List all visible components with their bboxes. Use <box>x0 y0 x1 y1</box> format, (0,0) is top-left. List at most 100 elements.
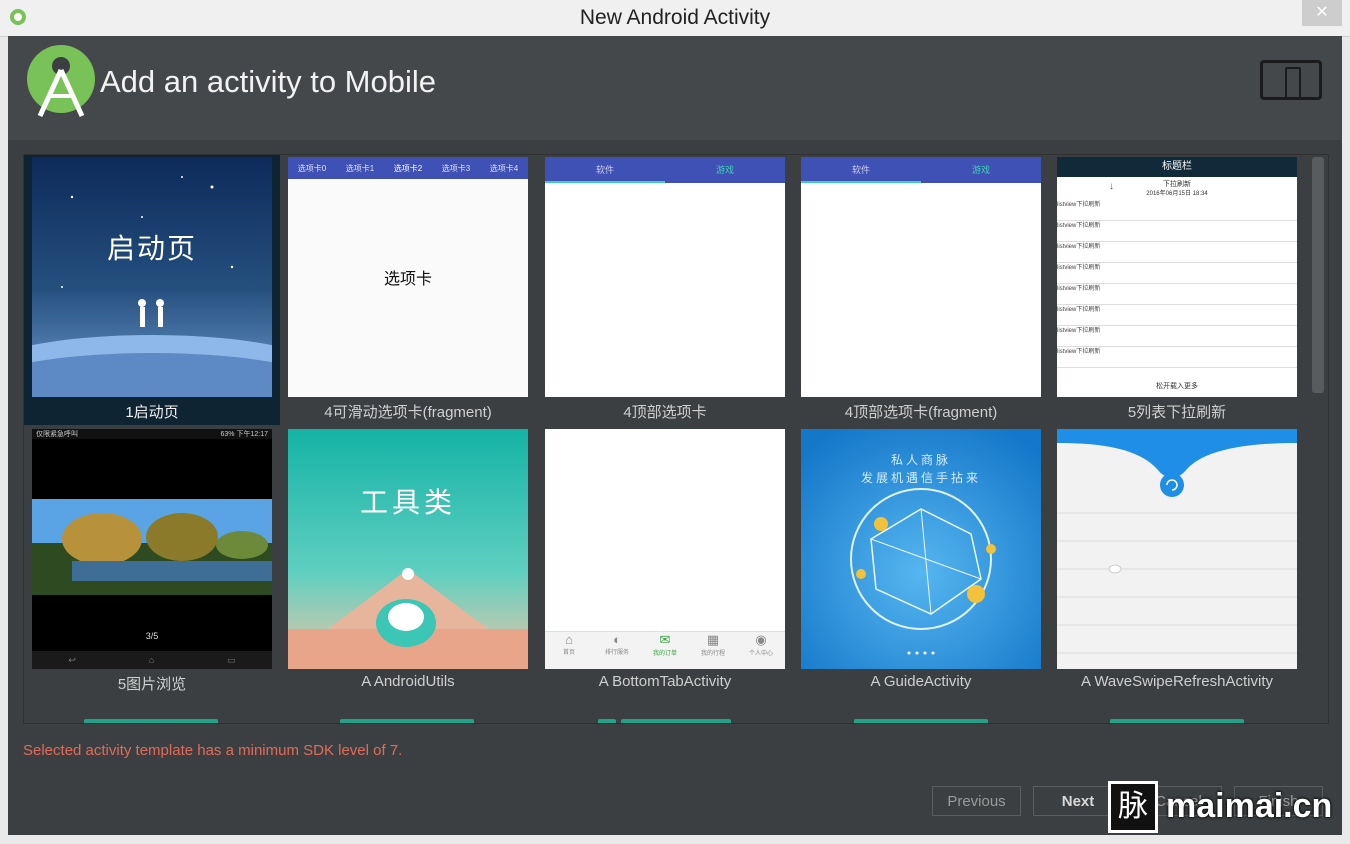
next-row-peek <box>621 719 731 723</box>
watermark: 脉 maimai.cn <box>1108 781 1346 835</box>
template-tile-splash[interactable]: 启动页 1启动页 <box>24 155 280 425</box>
tab-home[interactable]: ⌂ 首页 <box>545 632 593 669</box>
close-button[interactable]: ✕ <box>1302 0 1342 26</box>
list-item: listview下拉刷新 <box>1057 263 1297 284</box>
list-item: listview下拉刷新 <box>1057 326 1297 347</box>
home-icon: ⌂ <box>565 632 573 647</box>
watermark-logo: 脉 <box>1108 781 1158 833</box>
tab-label: 我的行程 <box>700 651 725 657</box>
template-thumbnail: 软件 游戏 <box>801 157 1041 397</box>
template-thumbnail: 标题栏 ↓ 下拉刷新 2016年06月15日 18:34 listview下拉刷… <box>1057 157 1297 397</box>
bottom-tab-bar: ⌂ 首页 ◐ 排行服务 ✉ 我的订单 ▦ 我的行程 ◉ 个人中心 <box>545 631 785 669</box>
page-title: Add an activity to Mobile <box>100 64 437 99</box>
template-thumbnail <box>1057 429 1297 669</box>
tab-label: 选项卡2 <box>393 163 423 173</box>
list-item: listview下拉刷新 <box>1057 284 1297 305</box>
tab-label: 选项卡4 <box>489 163 519 173</box>
tab-ranking[interactable]: ◐ 排行服务 <box>593 632 641 669</box>
tab-label: 软件 <box>595 165 614 175</box>
tab-trips[interactable]: ▦ 我的行程 <box>689 632 737 669</box>
tab-label: 我的订单 <box>652 651 677 657</box>
template-thumbnail: 工具类 <box>288 429 528 669</box>
title-bar: 标题栏 <box>1057 157 1297 177</box>
next-row-peek <box>598 719 616 723</box>
list-item: listview下拉刷新 <box>1057 200 1297 221</box>
tab-indicator <box>545 181 665 183</box>
back-icon: ↩ <box>68 654 76 665</box>
tab-indicator <box>801 181 921 183</box>
template-thumbnail: 选项卡0 选项卡1 选项卡2 选项卡3 选项卡4 选项卡 <box>288 157 528 397</box>
list-footer: 松开载入更多 <box>1156 383 1198 390</box>
tab-label: 个人中心 <box>748 651 773 657</box>
splash-title: 启动页 <box>106 233 197 264</box>
template-tile-guide[interactable]: 私人商脉 发展机遇信手拈来 A GuideActivity <box>793 427 1049 697</box>
tab-label: 选项卡3 <box>441 163 471 173</box>
template-label: 4顶部选项卡(fragment) <box>844 404 998 421</box>
template-label: A WaveSwipeRefreshActivity <box>1080 673 1273 690</box>
list-item: listview下拉刷新 <box>1057 347 1297 368</box>
status-bar: 仅限紧急呼叫 63% 下午12:17 <box>32 429 272 439</box>
next-row-peek <box>84 719 218 723</box>
tab-label: 排行服务 <box>604 650 629 656</box>
validation-message: Selected activity template has a minimum… <box>23 742 403 759</box>
tab-orders[interactable]: ✉ 我的订单 <box>641 632 689 669</box>
template-thumbnail: ⌂ 首页 ◐ 排行服务 ✉ 我的订单 ▦ 我的行程 ◉ 个人中心 <box>545 429 785 669</box>
previous-button[interactable]: Previous <box>932 786 1021 816</box>
phone-tablet-icon <box>1260 60 1322 100</box>
list-item: listview下拉刷新 <box>1057 305 1297 326</box>
template-label: 4顶部选项卡 <box>623 404 707 421</box>
next-row-peek <box>854 719 988 723</box>
guide-line-1: 私人商脉 <box>890 453 951 467</box>
list-item: listview下拉刷新 <box>1057 221 1297 242</box>
template-thumbnail: 仅限紧急呼叫 63% 下午12:17 3/5 ↩ ⌂ ▭ <box>32 429 272 669</box>
tab-label: 选项卡0 <box>297 163 327 173</box>
android-studio-icon <box>27 45 95 118</box>
refresh-time: 2016年06月15日 18:34 <box>1146 191 1208 197</box>
template-tile-top-tabs-fragment[interactable]: 软件 游戏 4顶部选项卡(fragment) <box>793 155 1049 425</box>
template-tile-sliding-tabs[interactable]: 选项卡0 选项卡1 选项卡2 选项卡3 选项卡4 选项卡 4可滑动选项卡(fra… <box>280 155 536 425</box>
tab-profile[interactable]: ◉ 个人中心 <box>737 632 785 669</box>
tab-label: 软件 <box>851 165 870 175</box>
guide-line-2: 发展机遇信手拈来 <box>860 471 981 485</box>
dialog: Add an activity to Mobile 启动页 1启动页 选项卡0 … <box>8 36 1342 835</box>
template-tile-top-tabs[interactable]: 软件 游戏 4顶部选项卡 <box>537 155 793 425</box>
globe-icon: ◐ <box>613 632 621 647</box>
status-right: 63% 下午12:17 <box>220 431 268 438</box>
tab-content-text: 选项卡 <box>383 271 432 288</box>
tab-label: 首页 <box>562 650 575 656</box>
status-left: 仅限紧急呼叫 <box>36 431 78 438</box>
template-tile-bottom-tab[interactable]: ⌂ 首页 ◐ 排行服务 ✉ 我的订单 ▦ 我的行程 ◉ 个人中心 A BottomTabA… <box>537 427 793 697</box>
user-icon: ◉ <box>755 632 767 647</box>
template-tile-image-browse[interactable]: 仅限紧急呼叫 63% 下午12:17 3/5 ↩ ⌂ ▭ 5图片浏览 <box>24 427 280 697</box>
list-item: listview下拉刷新 <box>1057 242 1297 263</box>
watermark-text: maimai.cn <box>1166 787 1333 825</box>
tab-label: 游戏 <box>715 165 734 175</box>
template-tile-wave-swipe-refresh[interactable]: A WaveSwipeRefreshActivity <box>1049 427 1305 697</box>
template-label: 1启动页 <box>125 404 179 421</box>
template-label: 4可滑动选项卡(fragment) <box>324 404 492 421</box>
recents-icon: ▭ <box>227 654 236 665</box>
dialog-header: Add an activity to Mobile <box>8 36 1342 140</box>
template-tile-list-refresh[interactable]: 标题栏 ↓ 下拉刷新 2016年06月15日 18:34 listview下拉刷… <box>1049 155 1305 425</box>
gallery-scrollbar[interactable] <box>1312 157 1324 393</box>
template-thumbnail: 私人商脉 发展机遇信手拈来 <box>801 429 1041 669</box>
calendar-icon: ▦ <box>706 632 720 647</box>
template-thumbnail: 启动页 <box>32 157 272 397</box>
nav-bar: ↩ ⌂ ▭ <box>32 651 272 669</box>
tab-label: 选项卡1 <box>345 163 375 173</box>
tab-strip: 选项卡0 选项卡1 选项卡2 选项卡3 选项卡4 <box>288 157 528 179</box>
tab-strip: 软件 游戏 <box>801 157 1041 183</box>
utils-title: 工具类 <box>359 487 456 518</box>
tab-label: 游戏 <box>971 165 990 175</box>
home-icon: ⌂ <box>148 655 155 665</box>
window-title: New Android Activity <box>579 6 771 29</box>
template-thumbnail: 软件 游戏 <box>545 157 785 397</box>
pager-indicator: 3/5 <box>145 631 159 641</box>
template-label: 5列表下拉刷新 <box>1127 404 1227 421</box>
next-row-peek <box>1110 719 1244 723</box>
template-gallery: 启动页 1启动页 选项卡0 选项卡1 选项卡2 选项卡3 选项卡4 选项卡 4可… <box>23 154 1329 724</box>
window-titlebar: New Android Activity ✕ <box>0 0 1350 37</box>
template-tile-android-utils[interactable]: 工具类 A AndroidUtils <box>280 427 536 697</box>
template-label: A AndroidUtils <box>361 673 455 690</box>
tab-strip: 软件 游戏 <box>545 157 785 183</box>
